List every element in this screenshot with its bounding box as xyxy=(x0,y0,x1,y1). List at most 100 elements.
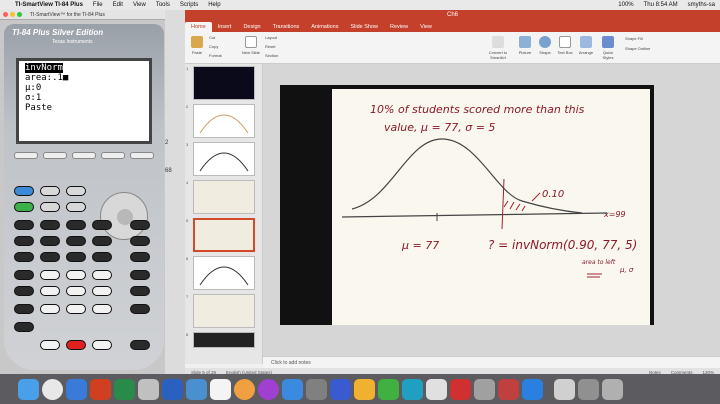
acrobat-icon[interactable] xyxy=(450,378,471,400)
key-0[interactable] xyxy=(40,340,60,350)
chrome-icon[interactable] xyxy=(42,378,63,400)
shape-fill-button[interactable]: Shape Fill xyxy=(625,36,643,41)
key-7[interactable] xyxy=(40,270,60,280)
system-preferences-icon[interactable] xyxy=(306,378,327,400)
slide-thumb-4[interactable] xyxy=(193,180,255,214)
clock[interactable]: Thu 8:54 AM xyxy=(639,2,683,8)
text-box-button[interactable]: Text Box xyxy=(557,36,573,55)
plus-key[interactable] xyxy=(130,304,150,314)
tab-transitions[interactable]: Transitions xyxy=(267,22,306,32)
left-paren-key[interactable] xyxy=(66,252,86,262)
notes-app-icon[interactable] xyxy=(354,378,375,400)
minus-key[interactable] xyxy=(130,286,150,296)
slide-thumb-2[interactable] xyxy=(193,104,255,138)
key-4[interactable] xyxy=(40,286,60,296)
facetime-icon[interactable] xyxy=(378,378,399,400)
zoom-icon[interactable] xyxy=(17,12,22,17)
downloads-icon[interactable] xyxy=(554,378,575,400)
close-icon[interactable] xyxy=(3,12,8,17)
vars-key[interactable] xyxy=(92,220,112,230)
trace-key[interactable] xyxy=(101,152,125,159)
format-button[interactable]: Format xyxy=(209,53,222,58)
tab-insert[interactable]: Insert xyxy=(212,22,238,32)
shape-outline-button[interactable]: Shape Outline xyxy=(625,46,650,51)
app-icon[interactable] xyxy=(474,378,495,400)
graph-key[interactable] xyxy=(130,152,154,159)
finder-icon[interactable] xyxy=(18,378,39,400)
key-1[interactable] xyxy=(40,304,60,314)
key-5[interactable] xyxy=(66,286,86,296)
ppt-title-bar[interactable]: Ch6 xyxy=(185,10,720,20)
word-icon[interactable] xyxy=(162,378,183,400)
power-key[interactable] xyxy=(130,236,150,246)
tab-slide-show[interactable]: Slide Show xyxy=(344,22,384,32)
powerpoint-icon[interactable] xyxy=(90,378,111,400)
slide-thumb-8[interactable] xyxy=(193,332,255,348)
minimize-icon[interactable] xyxy=(10,12,15,17)
new-slide-button[interactable]: New Slide xyxy=(241,36,261,55)
cut-button[interactable]: Cut xyxy=(209,35,215,40)
app-icon[interactable] xyxy=(498,378,519,400)
prgm-key[interactable] xyxy=(66,220,86,230)
tab-animations[interactable]: Animations xyxy=(305,22,344,32)
sin-key[interactable] xyxy=(40,236,60,246)
menu-edit[interactable]: Edit xyxy=(108,2,128,8)
smartview-icon[interactable] xyxy=(330,378,351,400)
copy-button[interactable]: Copy xyxy=(209,44,218,49)
tab-review[interactable]: Review xyxy=(384,22,414,32)
ln-key[interactable] xyxy=(14,286,34,296)
mode-key[interactable] xyxy=(40,186,60,196)
stat-key[interactable] xyxy=(66,202,86,212)
app-icon[interactable] xyxy=(402,378,423,400)
calculator-title-bar[interactable]: TI-SmartView™ for the TI-84 Plus xyxy=(0,10,180,20)
zoom-key[interactable] xyxy=(72,152,96,159)
convert-smartart-button[interactable]: Convert to SmartArt xyxy=(485,36,511,60)
reset-button[interactable]: Reset xyxy=(265,44,275,49)
layout-button[interactable]: Layout xyxy=(265,35,277,40)
preview-icon[interactable] xyxy=(138,378,159,400)
slide-thumbnails-pane[interactable]: 1 2 3 4 5 6 7 8 xyxy=(185,64,263,364)
square-key[interactable] xyxy=(14,252,34,262)
apps-key[interactable] xyxy=(40,220,60,230)
key-8[interactable] xyxy=(66,270,86,280)
tab-design[interactable]: Design xyxy=(237,22,266,32)
menu-tools[interactable]: Tools xyxy=(151,2,175,8)
inverse-key[interactable] xyxy=(14,236,34,246)
arrange-button[interactable]: Arrange xyxy=(577,36,595,55)
paste-button[interactable]: Paste xyxy=(189,36,205,55)
xt-key[interactable] xyxy=(40,202,60,212)
menu-scripts[interactable]: Scripts xyxy=(175,2,203,8)
slide-thumb-1[interactable] xyxy=(193,66,255,100)
decimal-key[interactable] xyxy=(66,340,86,350)
tan-key[interactable] xyxy=(92,236,112,246)
menu-view[interactable]: View xyxy=(128,2,151,8)
menu-file[interactable]: File xyxy=(88,2,108,8)
menu-help[interactable]: Help xyxy=(203,2,225,8)
app-store-icon[interactable] xyxy=(282,378,303,400)
menu-app-name[interactable]: TI-SmartView TI-84 Plus xyxy=(10,2,88,8)
section-button[interactable]: Section xyxy=(265,53,278,58)
slide-thumb-5[interactable] xyxy=(193,218,255,252)
tab-home[interactable]: Home xyxy=(185,22,212,32)
second-key[interactable] xyxy=(14,186,34,196)
del-key[interactable] xyxy=(66,186,86,196)
right-paren-key[interactable] xyxy=(92,252,112,262)
safari-icon[interactable] xyxy=(66,378,87,400)
excel-icon[interactable] xyxy=(114,378,135,400)
itunes-icon[interactable] xyxy=(258,378,279,400)
on-key[interactable] xyxy=(14,322,34,332)
notes-pane[interactable]: Click to add notes xyxy=(263,356,720,368)
sto-key[interactable] xyxy=(14,304,34,314)
zoom-app-icon[interactable] xyxy=(522,378,543,400)
window-key[interactable] xyxy=(43,152,67,159)
cos-key[interactable] xyxy=(66,236,86,246)
key-6[interactable] xyxy=(92,286,112,296)
comma-key[interactable] xyxy=(40,252,60,262)
outlook-icon[interactable] xyxy=(186,378,207,400)
battery-level[interactable]: 100% xyxy=(613,2,638,8)
photos-icon[interactable] xyxy=(234,378,255,400)
key-2[interactable] xyxy=(66,304,86,314)
slide-thumb-3[interactable] xyxy=(193,142,255,176)
enter-key[interactable] xyxy=(130,340,150,350)
user-name[interactable]: smyths-sa xyxy=(683,2,720,8)
